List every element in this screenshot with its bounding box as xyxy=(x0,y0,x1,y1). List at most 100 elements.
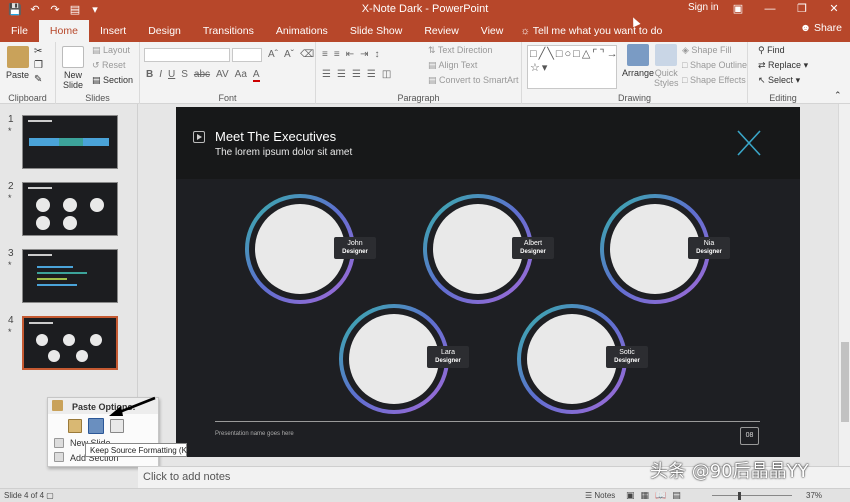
slide-thumbnail-2[interactable] xyxy=(22,182,118,236)
bold-button[interactable]: B xyxy=(146,69,153,82)
collapse-ribbon-icon[interactable]: ⌃ xyxy=(834,90,842,101)
tab-slide-show[interactable]: Slide Show xyxy=(339,20,414,42)
reading-view-icon[interactable]: 📖 xyxy=(655,490,666,501)
arrange-button[interactable]: Arrange xyxy=(622,44,654,78)
slide-thumbnail-3[interactable] xyxy=(22,249,118,303)
text-direction-button[interactable]: ⇅ Text Direction xyxy=(428,45,492,56)
slide-subtitle[interactable]: The lorem ipsum dolor sit amet xyxy=(215,147,352,158)
underline-button[interactable]: U xyxy=(168,69,175,82)
align-left-icon[interactable]: ☰ xyxy=(322,69,331,80)
customize-qat-icon[interactable]: ▾ xyxy=(88,3,102,16)
minimize-icon[interactable]: — xyxy=(754,0,786,18)
current-slide[interactable]: Meet The Executives The lorem ipsum dolo… xyxy=(176,107,800,457)
shape-effects-button[interactable]: □ Shape Effects xyxy=(682,75,746,85)
normal-view-icon[interactable]: ▣ xyxy=(626,490,635,501)
select-button[interactable]: ↖ Select ▾ xyxy=(758,75,800,86)
tab-design[interactable]: Design xyxy=(137,20,192,42)
new-slide-icon xyxy=(54,438,64,448)
grow-font-icon[interactable]: Aˆ xyxy=(268,49,278,60)
tab-animations[interactable]: Animations xyxy=(265,20,339,42)
notes-toggle[interactable]: ☰ Notes xyxy=(585,491,615,500)
scrollbar-thumb[interactable] xyxy=(841,342,849,422)
section-icon xyxy=(54,452,64,462)
slide-footer-text[interactable]: Presentation name goes here xyxy=(215,431,294,437)
change-case-button[interactable]: Aa xyxy=(235,69,247,82)
slide-thumbnail-4[interactable] xyxy=(22,316,118,370)
line-spacing-icon[interactable]: ↕ xyxy=(374,49,379,60)
tab-file[interactable]: File xyxy=(0,20,39,42)
namecard-albert[interactable]: Albert Designer xyxy=(512,237,554,259)
reset-button[interactable]: ↺ Reset xyxy=(92,60,126,71)
tell-me-box[interactable]: ☼ Tell me what you want to do xyxy=(520,20,662,42)
namecard-john[interactable]: John Designer xyxy=(334,237,376,259)
convert-smartart-button[interactable]: ▤ Convert to SmartArt xyxy=(428,75,519,86)
bullets-icon[interactable]: ≡ xyxy=(322,49,328,60)
font-size-input[interactable] xyxy=(232,48,262,62)
close-icon[interactable]: ✕ xyxy=(818,0,850,18)
status-bar: Slide 4 of 4 ▢ ☰ Notes ▣ ▦ 📖 ▤ 37% xyxy=(0,488,850,502)
align-text-button[interactable]: ▤ Align Text xyxy=(428,60,477,71)
save-icon[interactable]: 💾 xyxy=(8,3,22,16)
slide-thumbnail-1[interactable] xyxy=(22,115,118,169)
restore-icon[interactable]: ❐ xyxy=(786,0,818,18)
spell-check-icon[interactable]: ▢ xyxy=(44,491,54,500)
format-painter-icon[interactable]: ✎ xyxy=(34,74,42,85)
columns-icon[interactable]: ◫ xyxy=(382,69,391,80)
share-button[interactable]: ☻ Share xyxy=(800,22,842,34)
replace-button[interactable]: ⇄ Replace ▾ xyxy=(758,60,808,71)
italic-button[interactable]: I xyxy=(159,69,162,82)
start-presentation-icon[interactable]: ▤ xyxy=(68,3,82,16)
char-spacing-button[interactable]: AV xyxy=(216,69,229,82)
quick-styles-button[interactable]: Quick Styles xyxy=(654,44,679,88)
numbering-icon[interactable]: ≡ xyxy=(334,49,340,60)
shapes-gallery[interactable]: □╱╲□○□△⌜⌝→↑◯⌞⌟{}☆▾ xyxy=(527,45,617,89)
find-button[interactable]: ⚲ Find xyxy=(758,45,785,56)
slide-page-number[interactable]: 08 xyxy=(740,427,759,445)
thumb-3-graphic xyxy=(28,254,87,286)
ribbon-display-icon[interactable]: ▣ xyxy=(722,0,754,18)
paste-button[interactable]: Paste xyxy=(6,46,29,80)
strikethrough-button[interactable]: abc xyxy=(194,69,210,82)
tab-view[interactable]: View xyxy=(470,20,515,42)
decrease-indent-icon[interactable]: ⇤ xyxy=(346,49,354,60)
slide-title[interactable]: Meet The Executives xyxy=(215,129,336,144)
cut-icon[interactable]: ✂ xyxy=(34,46,42,57)
paste-keep-source-formatting-icon[interactable] xyxy=(88,418,104,434)
slides-group: New Slide ▤ Layout ↺ Reset ▤ Section Sli… xyxy=(56,42,140,104)
shrink-font-icon[interactable]: Aˇ xyxy=(284,49,294,60)
sign-in-link[interactable]: Sign in xyxy=(688,2,719,13)
arrange-label: Arrange xyxy=(622,68,655,78)
tab-transitions[interactable]: Transitions xyxy=(192,20,265,42)
zoom-level[interactable]: 37% xyxy=(806,491,822,500)
redo-icon[interactable]: ↷ xyxy=(48,3,62,16)
slide-show-icon[interactable]: ▤ xyxy=(672,490,681,501)
zoom-slider-handle[interactable] xyxy=(738,492,741,500)
namecard-lara[interactable]: Lara Designer xyxy=(427,346,469,368)
clear-format-icon[interactable]: ⌫ xyxy=(300,49,314,60)
shape-outline-button[interactable]: □ Shape Outline xyxy=(682,60,747,70)
font-name-input[interactable] xyxy=(144,48,230,62)
align-right-icon[interactable]: ☰ xyxy=(352,69,361,80)
increase-indent-icon[interactable]: ⇥ xyxy=(360,49,368,60)
vertical-scrollbar[interactable] xyxy=(838,104,850,466)
zoom-slider[interactable] xyxy=(712,495,792,496)
layout-button[interactable]: ▤ Layout xyxy=(92,45,130,56)
align-center-icon[interactable]: ☰ xyxy=(337,69,346,80)
namecard-nia[interactable]: Nia Designer xyxy=(688,237,730,259)
new-slide-button[interactable]: New Slide xyxy=(62,46,84,90)
paste-picture-icon[interactable] xyxy=(110,419,124,433)
tab-home[interactable]: Home xyxy=(38,20,89,42)
tab-review[interactable]: Review xyxy=(413,20,469,42)
font-color-button[interactable]: A xyxy=(252,69,260,82)
shadow-button[interactable]: S xyxy=(181,69,188,82)
justify-icon[interactable]: ☰ xyxy=(367,69,376,80)
copy-icon[interactable]: ❐ xyxy=(34,60,43,71)
slide-sorter-icon[interactable]: ▦ xyxy=(641,490,650,501)
shape-fill-button[interactable]: ◈ Shape Fill xyxy=(682,45,731,56)
undo-icon[interactable]: ↶ xyxy=(28,3,42,16)
namecard-sotic[interactable]: Sotic Designer xyxy=(606,346,648,368)
section-button[interactable]: ▤ Section xyxy=(92,75,133,86)
shapes-gallery-icons: □╱╲□○□△⌜⌝→↑◯⌞⌟{}☆▾ xyxy=(530,48,616,74)
tab-insert[interactable]: Insert xyxy=(89,20,137,42)
paste-use-destination-theme-icon[interactable] xyxy=(68,419,82,433)
